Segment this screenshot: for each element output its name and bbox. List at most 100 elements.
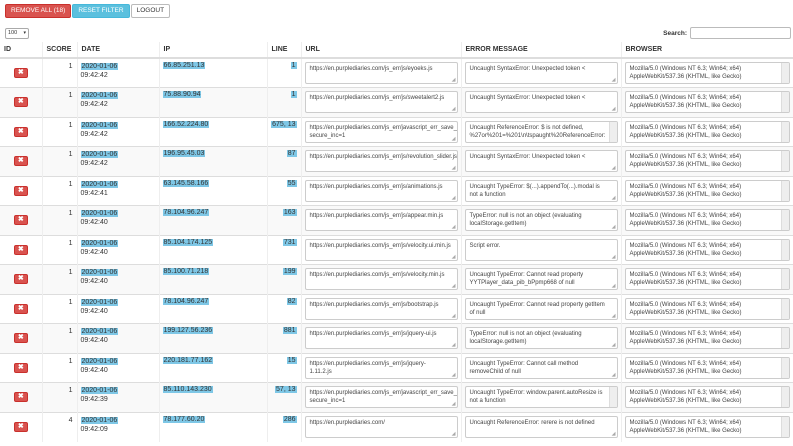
browser-textarea[interactable]: Mozilla/5.0 (Windows NT 6.3; Win64; x64)… [624,356,790,379]
resize-grip-icon[interactable]: ◢ [612,78,616,83]
browser-textarea[interactable]: Mozilla/5.0 (Windows NT 6.3; Win64; x64)… [624,209,790,232]
resize-grip-icon[interactable]: ◢ [784,432,788,437]
delete-row-button[interactable]: ✖ [13,97,28,108]
resize-grip-icon[interactable]: ◢ [784,136,788,142]
url-textarea[interactable]: https://en.purplediaries.com/js_err/java… [304,120,458,143]
resize-grip-icon[interactable]: ◢ [612,372,616,378]
resize-grip-icon[interactable]: ◢ [784,195,788,201]
url-textarea[interactable]: https://en.purplediaries.com/js_err/js/b… [304,297,458,320]
resize-grip-icon[interactable]: ◢ [452,166,456,171]
error-message-textarea[interactable]: Uncaught TypeError: window.parent.autoRe… [464,386,618,409]
logout-button[interactable]: LOGOUT [130,4,171,18]
delete-row-button[interactable]: ✖ [13,244,28,255]
browser-textarea[interactable]: Mozilla/5.0 (Windows NT 6.3; Win64; x64)… [624,120,790,143]
error-message-textarea[interactable]: TypeError: null is not an object (evalua… [464,209,618,232]
resize-grip-icon[interactable]: ◢ [784,343,788,348]
remove-all-button[interactable]: REMOVE ALL (18) [5,4,72,18]
browser-textarea[interactable]: Mozilla/5.0 (Windows NT 6.3; Win64; x64)… [624,150,790,173]
delete-row-button[interactable]: ✖ [13,156,28,167]
delete-row-button[interactable]: ✖ [13,126,28,137]
resize-grip-icon[interactable]: ◢ [452,372,456,378]
delete-row-button[interactable]: ✖ [13,68,28,78]
column-header-line[interactable]: LINE [267,42,302,59]
delete-row-button[interactable]: ✖ [13,303,28,314]
resize-grip-icon[interactable]: ◢ [784,78,788,83]
url-textarea[interactable]: https://en.purplediaries.com/js_err/java… [304,386,458,409]
url-textarea[interactable]: https://en.purplediaries.com/js_err/js/a… [304,179,458,202]
column-header-id[interactable]: ID [0,42,43,59]
column-header-url[interactable]: URL [301,42,462,59]
error-message-textarea[interactable]: Uncaught SyntaxError: Unexpected token <… [464,91,618,114]
url-textarea[interactable]: https://en.purplediaries.com/js_err/js/j… [304,356,458,379]
resize-grip-icon[interactable]: ◢ [452,107,456,112]
error-message-textarea[interactable]: Uncaught TypeError: $(...).appendTo(...)… [464,179,618,202]
browser-textarea[interactable]: Mozilla/5.0 (Windows NT 6.3; Win64; x64)… [624,386,790,409]
resize-grip-icon[interactable]: ◢ [452,195,456,201]
error-message-textarea[interactable]: TypeError: null is not an object (evalua… [464,327,618,350]
resize-grip-icon[interactable]: ◢ [452,254,456,260]
resize-grip-icon[interactable]: ◢ [452,136,456,142]
resize-grip-icon[interactable]: ◢ [784,284,788,289]
resize-grip-icon[interactable]: ◢ [784,166,788,171]
browser-textarea[interactable]: Mozilla/5.0 (Windows NT 6.3; Win64; x64)… [624,268,790,291]
browser-textarea[interactable]: Mozilla/5.0 (Windows NT 6.3; Win64; x64)… [624,238,790,261]
column-header-date[interactable]: DATE [77,42,160,59]
search-input[interactable] [690,27,791,39]
error-message-textarea[interactable]: Script error. ◢ [464,238,618,261]
browser-textarea[interactable]: Mozilla/5.0 (Windows NT 6.3; Win64; x64)… [624,179,790,202]
delete-row-button[interactable]: ✖ [13,392,28,403]
resize-grip-icon[interactable]: ◢ [452,78,456,83]
resize-grip-icon[interactable]: ◢ [612,284,616,289]
resize-grip-icon[interactable]: ◢ [612,136,616,142]
resize-grip-icon[interactable]: ◢ [452,432,456,437]
delete-row-button[interactable]: ✖ [13,274,28,285]
error-message-textarea[interactable]: Uncaught SyntaxError: Unexpected token <… [464,62,618,84]
browser-textarea[interactable]: Mozilla/5.0 (Windows NT 6.3; Win64; x64)… [624,62,790,84]
resize-grip-icon[interactable]: ◢ [612,254,616,260]
resize-grip-icon[interactable]: ◢ [784,372,788,378]
error-message-textarea[interactable]: Uncaught TypeError: Cannot read property… [464,297,618,320]
column-header-ip[interactable]: IP [159,42,268,59]
resize-grip-icon[interactable]: ◢ [612,225,616,230]
url-textarea[interactable]: https://en.purplediaries.com/js_err/js/v… [304,268,458,291]
resize-grip-icon[interactable]: ◢ [784,107,788,112]
delete-row-button[interactable]: ✖ [13,422,28,432]
resize-grip-icon[interactable]: ◢ [612,107,616,112]
resize-grip-icon[interactable]: ◢ [452,402,456,407]
resize-grip-icon[interactable]: ◢ [452,343,456,348]
resize-grip-icon[interactable]: ◢ [452,225,456,230]
resize-grip-icon[interactable]: ◢ [612,432,616,437]
resize-grip-icon[interactable]: ◢ [612,166,616,171]
url-textarea[interactable]: https://en.purplediaries.com/js_err/js/s… [304,91,458,114]
page-size-select[interactable]: 100 ▾ [5,28,29,39]
column-header-error-message[interactable]: ERROR MESSAGE [461,42,622,59]
url-textarea[interactable]: https://en.purplediaries.com/js_err/js/v… [304,238,458,261]
delete-row-button[interactable]: ✖ [13,333,28,344]
resize-grip-icon[interactable]: ◢ [784,254,788,260]
reset-filter-button[interactable]: RESET FILTER [72,4,130,18]
resize-grip-icon[interactable]: ◢ [784,313,788,319]
error-message-textarea[interactable]: Uncaught ReferenceError: $ is not define… [464,120,618,143]
column-header-score[interactable]: SCORE [42,42,78,59]
url-textarea[interactable]: https://en.purplediaries.com/js_err/js/j… [304,327,458,350]
delete-row-button[interactable]: ✖ [13,362,28,373]
browser-textarea[interactable]: Mozilla/5.0 (Windows NT 6.3; Win64; x64)… [624,91,790,114]
browser-textarea[interactable]: Mozilla/5.0 (Windows NT 6.3; Win64; x64)… [624,416,790,438]
resize-grip-icon[interactable]: ◢ [612,313,616,319]
resize-grip-icon[interactable]: ◢ [452,284,456,289]
error-message-textarea[interactable]: Uncaught SyntaxError: Unexpected token <… [464,150,618,173]
url-textarea[interactable]: https://en.purplediaries.com/js_err/js/a… [304,209,458,232]
url-textarea[interactable]: https://en.purplediaries.com/js_err/js/r… [304,150,458,173]
delete-row-button[interactable]: ✖ [13,215,28,226]
error-message-textarea[interactable]: Uncaught TypeError: Cannot call method r… [464,356,618,379]
delete-row-button[interactable]: ✖ [13,185,28,196]
resize-grip-icon[interactable]: ◢ [452,313,456,319]
resize-grip-icon[interactable]: ◢ [612,402,616,407]
column-header-browser[interactable]: BROWSER [621,42,793,59]
browser-textarea[interactable]: Mozilla/5.0 (Windows NT 6.3; Win64; x64)… [624,297,790,320]
resize-grip-icon[interactable]: ◢ [612,195,616,201]
browser-textarea[interactable]: Mozilla/5.0 (Windows NT 6.3; Win64; x64)… [624,327,790,350]
url-textarea[interactable]: https://en.purplediaries.com/ ◢ [304,416,458,438]
url-textarea[interactable]: https://en.purplediaries.com/js_err/js/e… [304,62,458,84]
resize-grip-icon[interactable]: ◢ [612,343,616,348]
